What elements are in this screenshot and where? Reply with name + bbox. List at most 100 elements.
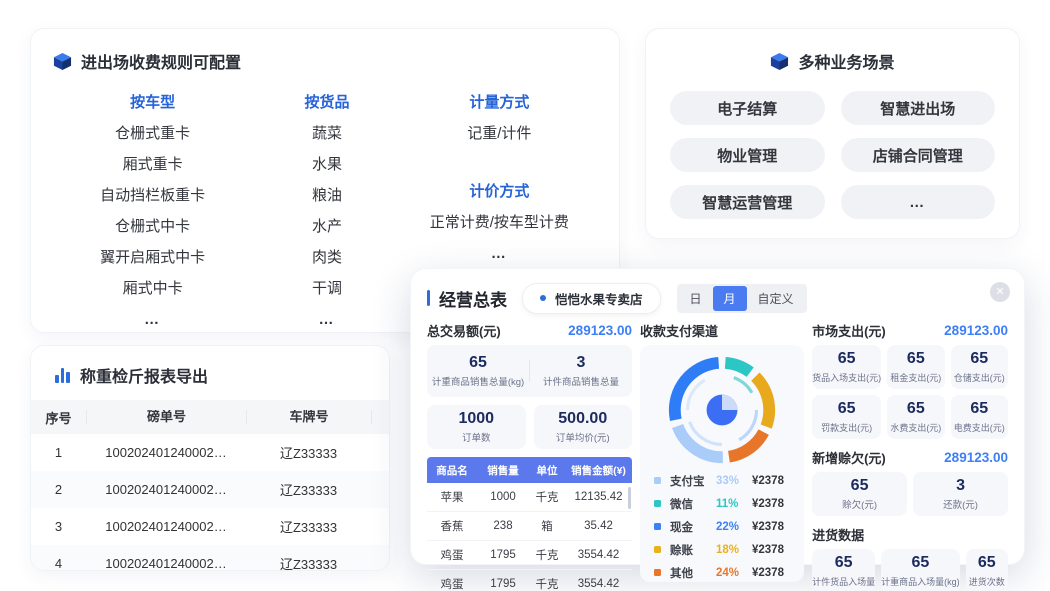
purchase-box: 65 计件货品入场量 bbox=[812, 549, 875, 591]
expense-column: 市场支出(元) 289123.00 65 货品入场支出(元) 65 租金支出(元… bbox=[812, 320, 1008, 591]
cell-product: 鸡蛋 bbox=[427, 576, 477, 591]
legend-percent: 33% bbox=[716, 475, 752, 487]
column-header: 车牌号 bbox=[246, 410, 371, 424]
stat-value: 65 bbox=[970, 350, 988, 368]
table-row: 鸡蛋 1795 千克 3554.42 bbox=[427, 541, 632, 570]
weigh-report-title: 称重检斤报表导出 bbox=[80, 363, 208, 387]
cell-amount: 12135.42 bbox=[565, 491, 632, 503]
ellipsis-item: … bbox=[252, 304, 401, 335]
cell-index: 1 bbox=[31, 445, 86, 460]
expense-box: 65 租金支出(元) bbox=[887, 345, 944, 389]
credit-value: 289123.00 bbox=[944, 450, 1008, 465]
table-row: 2 100202401240002… 辽Z33333 单排仓 bbox=[31, 471, 390, 508]
scenario-button-e-settlement[interactable]: 电子结算 bbox=[670, 91, 825, 125]
column-header: 单位 bbox=[529, 463, 565, 478]
legend-item-other: 其他 24% ¥2378 bbox=[654, 561, 790, 584]
cell-plate-no: 辽Z33333 bbox=[246, 554, 371, 571]
column-header: 销售量 bbox=[477, 463, 529, 478]
stat-value: 65 bbox=[838, 350, 856, 368]
stat-value: 65 bbox=[911, 554, 929, 572]
stat-value: 65 bbox=[469, 354, 487, 372]
list-item: 粮油 bbox=[252, 180, 401, 211]
store-selector[interactable]: 恺恺水果专卖店 bbox=[522, 283, 661, 314]
stat-value: 65 bbox=[970, 400, 988, 418]
scenarios-title: 多种业务场景 bbox=[798, 49, 894, 73]
list-item: 正常计费/按车型计费 bbox=[402, 207, 597, 238]
legend-name: 支付宝 bbox=[670, 473, 716, 489]
stat-value: 65 bbox=[835, 554, 853, 572]
cell-unit: 千克 bbox=[529, 547, 565, 563]
cell-amount: 3554.42 bbox=[565, 549, 632, 561]
market-expense-label: 市场支出(元) bbox=[812, 321, 886, 340]
page: 进出场收费规则可配置 按车型 仓栅式重卡 厢式重卡 自动挡栏板重卡 仓栅式中卡 … bbox=[0, 0, 1050, 591]
scenario-button-property[interactable]: 物业管理 bbox=[670, 138, 825, 172]
payment-label: 收款支付渠道 bbox=[640, 321, 718, 340]
legend-swatch bbox=[654, 477, 661, 484]
scenario-button-smart-operation[interactable]: 智慧运营管理 bbox=[670, 185, 825, 219]
cube-icon bbox=[53, 52, 72, 71]
fee-rules-title: 进出场收费规则可配置 bbox=[81, 49, 241, 73]
table-row: 1 100202401240002… 辽Z33333 单排仓 bbox=[31, 434, 390, 471]
title-accent-bar bbox=[427, 290, 430, 306]
cell-product: 鸡蛋 bbox=[427, 547, 477, 563]
list-item: 干调 bbox=[252, 273, 401, 304]
store-dot-icon bbox=[540, 295, 546, 301]
legend-percent: 22% bbox=[716, 521, 752, 533]
cell-ticket-no: 100202401240002… bbox=[86, 519, 246, 534]
column-header: 销售金额(¥) bbox=[565, 463, 632, 478]
legend-name: 其他 bbox=[670, 565, 716, 581]
list-item: 水果 bbox=[252, 149, 401, 180]
section-header: 计量方式 bbox=[402, 87, 597, 118]
cell-product: 苹果 bbox=[427, 489, 477, 505]
list-item: 蔬菜 bbox=[252, 118, 401, 149]
legend-amount: ¥2378 bbox=[752, 521, 784, 533]
fee-column-goods: 按货品 蔬菜 水果 粮油 水产 肉类 干调 … bbox=[252, 87, 401, 335]
scenario-button-shop-contract[interactable]: 店铺合同管理 bbox=[841, 138, 996, 172]
cell-unit: 千克 bbox=[529, 489, 565, 505]
close-icon[interactable]: ✕ bbox=[990, 282, 1010, 302]
tab-day[interactable]: 日 bbox=[679, 286, 713, 311]
stat-label: 进货次数 bbox=[969, 575, 1005, 588]
stat-label: 计件货品入场量 bbox=[812, 575, 875, 588]
cell-truck-type: 单排仓 bbox=[371, 554, 390, 571]
scenario-button-more[interactable]: … bbox=[841, 185, 996, 219]
tab-month[interactable]: 月 bbox=[713, 286, 747, 311]
list-item: 翼开启厢式中卡 bbox=[53, 242, 252, 273]
scenario-button-smart-gate[interactable]: 智慧进出场 bbox=[841, 91, 996, 125]
cell-qty: 1795 bbox=[477, 549, 529, 561]
list-item: 厢式重卡 bbox=[53, 149, 252, 180]
cell-unit: 千克 bbox=[529, 576, 565, 591]
tab-custom[interactable]: 自定义 bbox=[747, 286, 805, 311]
bar-chart-icon bbox=[55, 368, 71, 383]
payment-chart-box: 支付宝 33% ¥2378 微信 11% ¥2378 现金 bbox=[640, 345, 804, 582]
list-item: 仓栅式重卡 bbox=[53, 118, 252, 149]
scenarios-card: 多种业务场景 电子结算 智慧进出场 物业管理 店铺合同管理 智慧运营管理 … bbox=[645, 28, 1020, 239]
legend-swatch bbox=[654, 523, 661, 530]
table-header-row: 序号 磅单号 车牌号 bbox=[31, 400, 390, 434]
order-avg-box: 500.00 订单均价(元) bbox=[534, 405, 633, 449]
purchase-box: 65 进货次数 bbox=[966, 549, 1008, 591]
payment-legend: 支付宝 33% ¥2378 微信 11% ¥2378 现金 bbox=[654, 469, 790, 584]
column-header: 按货品 bbox=[252, 87, 401, 118]
cell-qty: 1000 bbox=[477, 491, 529, 503]
cell-amount: 35.42 bbox=[565, 520, 632, 532]
legend-name: 现金 bbox=[670, 519, 716, 535]
cell-ticket-no: 100202401240002… bbox=[86, 445, 246, 460]
weigh-table: 序号 磅单号 车牌号 1 100202401240002… 辽Z33333 单排… bbox=[31, 400, 390, 571]
transaction-value: 289123.00 bbox=[568, 323, 632, 338]
stat-label: 订单均价(元) bbox=[556, 430, 610, 444]
column-header: 磅单号 bbox=[86, 410, 246, 424]
cell-index: 4 bbox=[31, 556, 86, 571]
legend-percent: 11% bbox=[716, 498, 752, 510]
legend-amount: ¥2378 bbox=[752, 567, 784, 579]
summary-title: 经营总表 bbox=[439, 286, 507, 311]
cell-truck-type: 单排仓 bbox=[371, 443, 390, 462]
cell-plate-no: 辽Z33333 bbox=[246, 480, 371, 499]
expense-box: 65 水费支出(元) bbox=[887, 395, 944, 439]
stat-value: 65 bbox=[851, 477, 869, 495]
legend-item-cash: 现金 22% ¥2378 bbox=[654, 515, 790, 538]
scrollbar-thumb[interactable] bbox=[628, 487, 631, 509]
period-tab-group: 日 月 自定义 bbox=[677, 284, 807, 313]
cube-icon bbox=[770, 52, 789, 71]
stat-label: 水费支出(元) bbox=[890, 421, 941, 434]
